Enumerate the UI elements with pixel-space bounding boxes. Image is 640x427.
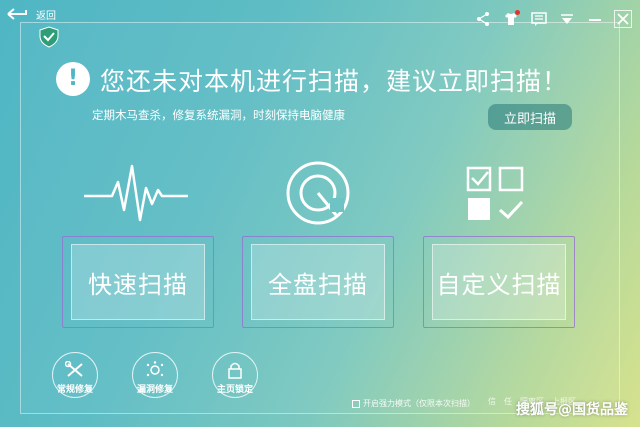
back-arrow-icon [7,8,27,20]
checklist-icon [466,166,524,220]
trust-link-part1[interactable]: 信 [488,396,496,407]
custom-scan-button[interactable]: 自定义扫描 [423,236,575,328]
wrench-screwdriver-icon [65,361,83,377]
lock-icon [228,362,242,379]
homepage-lock-label: 主页锁定 [216,385,253,395]
alert-icon: ! [56,62,90,96]
notification-dot [515,10,520,15]
vulnerability-repair-button[interactable]: 漏洞修复 [130,352,180,398]
heartbeat-icon [84,164,188,222]
power-mode-option[interactable]: 开启强力模式（仅限本次扫描） [352,398,475,409]
page-title: 您还未对本机进行扫描，建议立即扫描！ [100,67,569,96]
homepage-lock-button[interactable]: 主页锁定 [210,352,260,398]
routine-repair-button[interactable]: 常规修复 [50,352,100,398]
quick-scan-button[interactable]: 快速扫描 [62,236,214,328]
scan-now-button[interactable]: 立即扫描 [488,104,572,130]
full-scan-label: 全盘扫描 [251,244,385,320]
vulnerability-repair-label: 漏洞修复 [136,385,173,395]
bug-dots-icon [146,361,164,377]
back-button[interactable]: 返回 [6,6,56,22]
radar-dial-icon [286,161,350,225]
trust-link-part2[interactable]: 任 [504,396,512,407]
page-subtitle: 定期木马查杀，修复系统漏洞，时刻保持电脑健康 [92,108,345,122]
full-scan-button[interactable]: 全盘扫描 [242,236,394,328]
power-mode-label: 开启强力模式（仅限本次扫描） [363,399,475,408]
back-label: 返回 [36,10,56,22]
quick-scan-label: 快速扫描 [71,244,205,320]
shield-logo-icon [39,26,59,48]
watermark: 搜狐号@国货品鉴 [516,402,628,418]
routine-repair-label: 常规修复 [56,385,93,395]
custom-scan-label: 自定义扫描 [432,244,566,320]
power-mode-checkbox[interactable] [352,399,360,408]
